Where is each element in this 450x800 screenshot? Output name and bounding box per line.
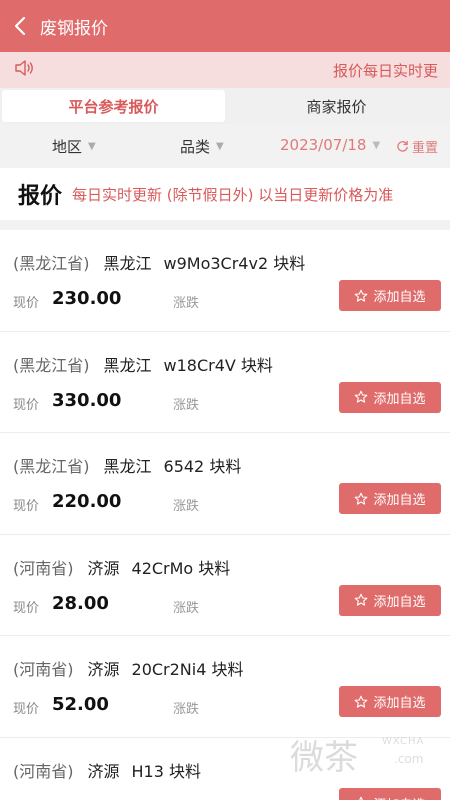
category-filter-label: 品类 bbox=[180, 138, 211, 156]
item-title: (河南省) 济源 20Cr2Ni4 块料 bbox=[13, 656, 244, 680]
add-button-label: 添加自选 bbox=[373, 493, 426, 508]
notice-text: 报价每日实时更 bbox=[332, 61, 438, 80]
add-button-label: 添加自选 bbox=[373, 391, 426, 407]
tab-merchant-quotes[interactable]: 商家报价 bbox=[225, 90, 448, 122]
item-price: 230.00 bbox=[52, 288, 122, 309]
item-city: 济源 bbox=[87, 558, 120, 578]
list-item[interactable]: (河南省) 济源 42CrMo 块料 现价 28.00 涨跌 添加自选 bbox=[0, 535, 450, 636]
star-outline-icon bbox=[355, 695, 368, 708]
banner-title: 报价 bbox=[18, 184, 63, 209]
item-province: (黑龙江省) bbox=[13, 355, 90, 375]
star-outline-icon bbox=[355, 492, 368, 505]
current-price-label: 现价 bbox=[13, 499, 40, 514]
caret-down-icon: ▼ bbox=[216, 141, 224, 152]
item-province: (黑龙江省) bbox=[13, 254, 90, 273]
chevron-left-icon bbox=[14, 16, 26, 36]
back-button[interactable] bbox=[0, 0, 40, 52]
list-item[interactable]: (黑龙江省) 黑龙江 6542 块料 现价 220.00 涨跌 添加自选 bbox=[0, 433, 450, 535]
add-button-label: 添加自选 bbox=[373, 290, 426, 305]
quote-list: (黑龙江省) 黑龙江 w9Mo3Cr4v2 块料 现价 230.00 涨跌 添加自选… bbox=[0, 230, 450, 800]
item-title: (黑龙江省) 黑龙江 6542 块料 bbox=[13, 453, 241, 477]
star-outline-icon bbox=[359, 796, 364, 800]
list-item[interactable]: (黑龙江省) 黑龙江 w18Cr4V 块料 现价 330.00 涨跌 添加自选 bbox=[0, 332, 450, 433]
item-price: 330.00 bbox=[52, 389, 122, 411]
current-price-label: 现价 bbox=[13, 296, 40, 311]
add-to-watchlist-button[interactable]: 添加自选 bbox=[339, 584, 441, 616]
item-name: 42CrMo 块料 bbox=[131, 558, 231, 578]
item-price: 220.00 bbox=[52, 491, 122, 512]
filter-bar: 地区 ▼ 品类 ▼ 2023/07/18 ▼ 重置 bbox=[0, 124, 450, 166]
refresh-icon bbox=[397, 140, 408, 152]
item-province: (河南省) bbox=[13, 558, 74, 578]
change-label: 涨跌 bbox=[173, 600, 200, 616]
item-name: w18Cr4V 块料 bbox=[163, 355, 273, 375]
add-button-label: 添加自选 bbox=[373, 794, 425, 800]
list-item[interactable]: (河南省) 济源 20Cr2Ni4 块料 现价 52.00 涨跌 添加自选 bbox=[0, 636, 450, 738]
watermark-domain: .com bbox=[394, 752, 424, 766]
change-label: 涨跌 bbox=[173, 702, 200, 717]
item-title: (河南省) 济源 42CrMo 块料 bbox=[13, 555, 230, 579]
item-name: H13 块料 bbox=[131, 761, 201, 781]
watermark-text: 微茶 bbox=[290, 738, 358, 778]
add-to-watchlist-button[interactable]: 添加自选 bbox=[339, 787, 441, 800]
app-header: 废钢报价 bbox=[0, 0, 450, 52]
add-to-watchlist-button[interactable]: 添加自选 bbox=[339, 483, 441, 514]
item-city: 济源 bbox=[87, 761, 120, 781]
banner-subtitle: 每日实时更新 (除节假日外) 以当日更新价格为准 bbox=[72, 185, 394, 204]
item-title: (黑龙江省) 黑龙江 w18Cr4V 块料 bbox=[13, 352, 273, 376]
reset-button[interactable]: 重置 bbox=[396, 137, 438, 156]
caret-down-icon: ▼ bbox=[88, 141, 96, 152]
notice-bar: 报价每日实时更 bbox=[0, 52, 450, 88]
watermark: 微茶 WXCHA .com bbox=[290, 730, 440, 780]
change-label: 涨跌 bbox=[173, 499, 200, 514]
category-filter[interactable]: 品类 ▼ bbox=[180, 136, 224, 157]
tab-bar: 平台参考报价 商家报价 bbox=[0, 88, 450, 124]
list-item[interactable]: (黑龙江省) 黑龙江 w9Mo3Cr4v2 块料 现价 230.00 涨跌 添加自选 bbox=[0, 230, 450, 332]
region-filter-label: 地区 bbox=[52, 138, 83, 156]
page-title: 废钢报价 bbox=[40, 18, 108, 39]
add-to-watchlist-button[interactable]: 添加自选 bbox=[339, 686, 441, 717]
tab-platform-quotes[interactable]: 平台参考报价 bbox=[2, 90, 225, 122]
add-button-label: 添加自选 bbox=[373, 696, 426, 711]
change-label: 涨跌 bbox=[173, 296, 200, 311]
star-outline-icon bbox=[355, 390, 368, 403]
item-city: 黑龙江 bbox=[103, 355, 152, 375]
item-city: 黑龙江 bbox=[103, 254, 152, 273]
quote-banner: 报价 每日实时更新 (除节假日外) 以当日更新价格为准 bbox=[0, 168, 450, 220]
current-price-label: 现价 bbox=[13, 600, 40, 616]
item-title: (河南省) 济源 H13 块料 bbox=[13, 758, 201, 782]
item-province: (黑龙江省) bbox=[13, 457, 90, 476]
item-city: 济源 bbox=[87, 660, 120, 679]
banner-area: 报价 每日实时更新 (除节假日外) 以当日更新价格为准 bbox=[0, 166, 450, 228]
current-price-label: 现价 bbox=[13, 397, 40, 413]
add-to-watchlist-button[interactable]: 添加自选 bbox=[339, 280, 441, 311]
change-label: 涨跌 bbox=[173, 397, 200, 413]
speaker-icon bbox=[14, 59, 36, 81]
add-to-watchlist-button[interactable]: 添加自选 bbox=[339, 381, 441, 413]
watermark-brand: WXCHA bbox=[382, 736, 425, 747]
item-name: 20Cr2Ni4 块料 bbox=[131, 660, 244, 679]
item-name: w9Mo3Cr4v2 块料 bbox=[163, 254, 306, 273]
item-city: 黑龙江 bbox=[103, 457, 152, 476]
item-title: (黑龙江省) 黑龙江 w9Mo3Cr4v2 块料 bbox=[13, 250, 305, 274]
star-outline-icon bbox=[355, 289, 368, 302]
item-name: 6542 块料 bbox=[163, 457, 242, 476]
star-outline-icon bbox=[355, 593, 368, 606]
region-filter[interactable]: 地区 ▼ bbox=[52, 136, 96, 157]
item-province: (河南省) bbox=[13, 660, 74, 679]
caret-down-icon: ▼ bbox=[372, 139, 381, 151]
item-province: (河南省) bbox=[13, 761, 74, 781]
add-button-label: 添加自选 bbox=[373, 594, 426, 610]
item-price: 52.00 bbox=[52, 694, 109, 715]
date-filter[interactable]: 2023/07/18 ▼ bbox=[280, 136, 380, 154]
current-price-label: 现价 bbox=[13, 702, 40, 717]
reset-label: 重置 bbox=[412, 141, 439, 156]
date-filter-value: 2023/07/18 bbox=[280, 136, 367, 154]
item-price: 28.00 bbox=[52, 592, 109, 614]
